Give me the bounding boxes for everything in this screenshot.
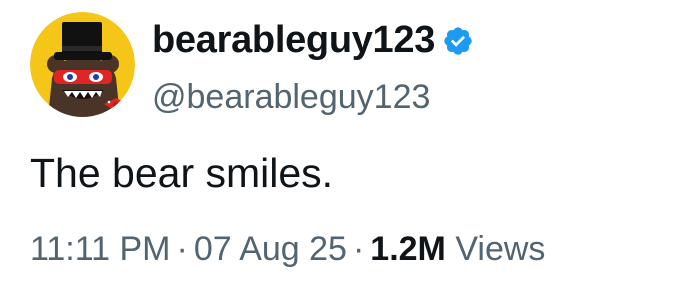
bear-avatar-icon [30,12,135,117]
verified-badge-icon[interactable] [442,25,474,57]
tweet-card: bearableguy123 @bearableguy123 The bear … [0,0,680,281]
user-handle[interactable]: @bearableguy123 [152,74,430,120]
avatar[interactable] [30,12,135,117]
views-label: Views [455,230,546,268]
user-name-row: bearableguy123 [152,14,474,66]
tweet-time[interactable]: 11:11 PM [30,230,170,268]
display-name[interactable]: bearableguy123 [152,19,435,62]
views-count: 1.2M [370,230,446,268]
tweet-text: The bear smiles. [30,150,334,196]
tweet-meta: 11:11 PM · 07 Aug 25 · 1.2M Views [30,224,545,274]
separator-dot: · [352,230,365,268]
tweet-date[interactable]: 07 Aug 25 [194,230,347,268]
separator-dot: · [176,230,188,268]
